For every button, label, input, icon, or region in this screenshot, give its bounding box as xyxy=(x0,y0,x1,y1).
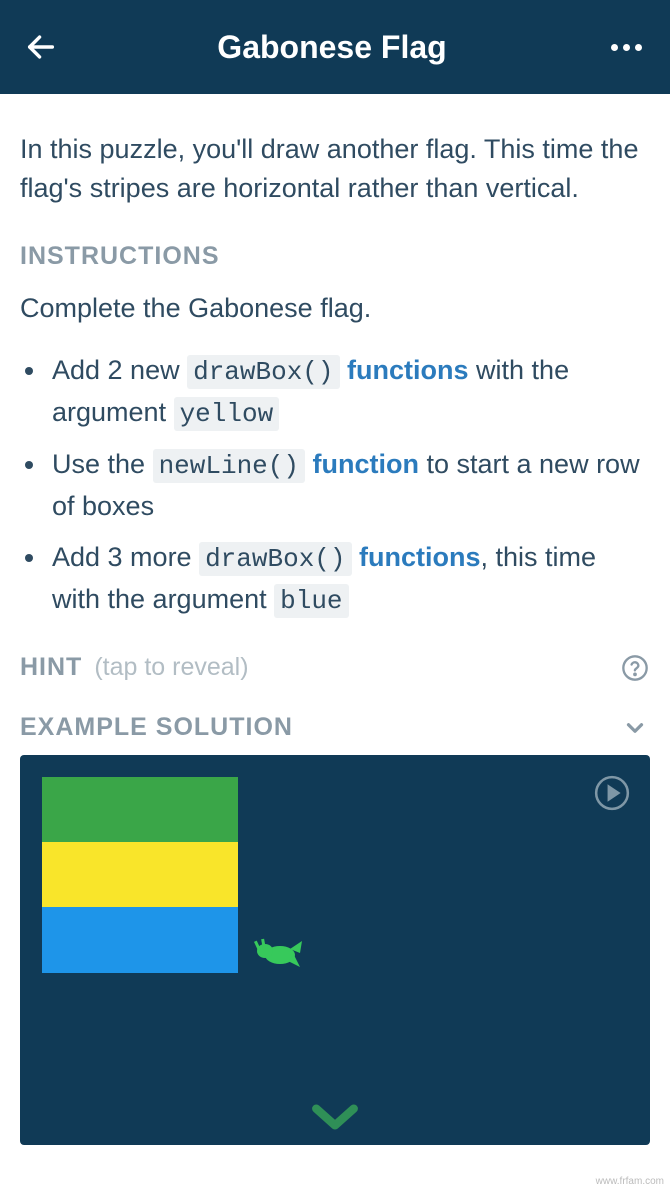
code-snippet: drawBox() xyxy=(187,355,339,389)
flag-stripe-yellow xyxy=(42,842,238,907)
app-header: Gabonese Flag xyxy=(0,0,670,94)
watermark-text: www.frfam.com xyxy=(596,1176,664,1187)
keyword: function xyxy=(305,449,419,479)
chevron-down-icon xyxy=(620,713,650,743)
hint-reveal-text: (tap to reveal) xyxy=(94,653,608,682)
arrow-left-icon xyxy=(24,30,58,64)
hint-label: HINT xyxy=(20,653,82,682)
ellipsis-icon xyxy=(635,44,642,51)
question-circle-icon xyxy=(621,654,649,682)
play-circle-icon xyxy=(593,774,631,812)
help-icon[interactable] xyxy=(620,653,650,683)
more-button[interactable] xyxy=(604,28,648,66)
hint-row[interactable]: HINT (tap to reveal) xyxy=(20,653,650,683)
instruction-list: Add 2 new drawBox() functions with the a… xyxy=(20,350,650,621)
intro-text: In this puzzle, you'll draw another flag… xyxy=(20,130,650,208)
chevron-down-icon xyxy=(310,1100,360,1134)
page-title: Gabonese Flag xyxy=(60,29,604,66)
example-solution-label: EXAMPLE SOLUTION xyxy=(20,713,293,742)
keyword: functions xyxy=(352,542,481,572)
list-item: Use the newLine() function to start a ne… xyxy=(48,444,650,527)
code-snippet: blue xyxy=(274,584,348,618)
play-button[interactable] xyxy=(592,773,632,813)
flag-output xyxy=(42,777,238,973)
keyword: functions xyxy=(340,355,469,385)
scroll-down-button[interactable] xyxy=(305,1097,365,1137)
ellipsis-icon xyxy=(611,44,618,51)
ellipsis-icon xyxy=(623,44,630,51)
content-area: In this puzzle, you'll draw another flag… xyxy=(0,94,670,1145)
code-snippet: drawBox() xyxy=(199,542,351,576)
example-solution-header[interactable]: EXAMPLE SOLUTION xyxy=(20,713,650,743)
flag-stripe-green xyxy=(42,777,238,842)
example-solution-panel xyxy=(20,755,650,1145)
list-item: Add 3 more drawBox() functions, this tim… xyxy=(48,537,650,621)
back-button[interactable] xyxy=(22,28,60,66)
list-item: Add 2 new drawBox() functions with the a… xyxy=(48,350,650,434)
grasshopper-icon xyxy=(250,931,306,971)
flag-stripe-blue xyxy=(42,907,238,972)
code-snippet: newLine() xyxy=(153,449,305,483)
instructions-heading: INSTRUCTIONS xyxy=(20,242,650,271)
task-text: Complete the Gabonese flag. xyxy=(20,293,650,324)
code-snippet: yellow xyxy=(174,397,280,431)
